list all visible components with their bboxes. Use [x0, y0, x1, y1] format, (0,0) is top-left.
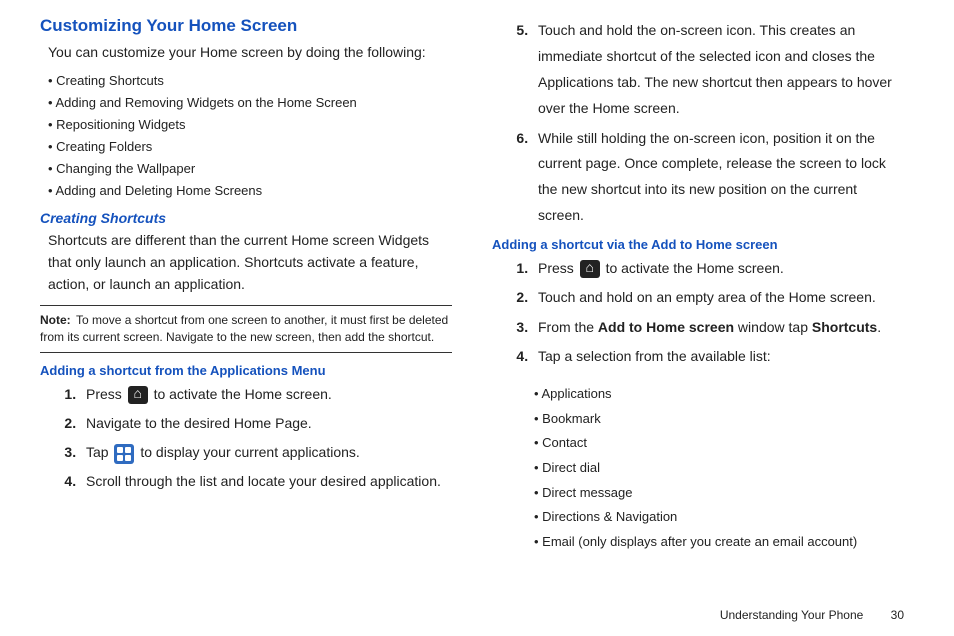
bold-text: Shortcuts: [812, 319, 877, 335]
list-item: Directions & Navigation: [534, 505, 904, 530]
bold-text: Add to Home screen: [598, 319, 734, 335]
step-item: Press to activate the Home screen.: [532, 256, 904, 281]
list-item: Bookmark: [534, 407, 904, 432]
right-column: Touch and hold the on-screen icon. This …: [492, 14, 904, 568]
creating-shortcuts-paragraph: Shortcuts are different than the current…: [48, 230, 452, 295]
step-text-pre: Press: [86, 386, 126, 402]
step-text-post: to activate the Home screen.: [150, 386, 332, 402]
note-label: Note:: [40, 313, 71, 327]
list-item: Repositioning Widgets: [48, 114, 452, 136]
steps-list-from-apps-continued: Touch and hold the on-screen icon. This …: [512, 18, 904, 229]
list-item: Creating Shortcuts: [48, 70, 452, 92]
steps-list-via-home: Press to activate the Home screen. Touch…: [512, 256, 904, 369]
apps-grid-icon: [114, 444, 134, 464]
list-item: Creating Folders: [48, 136, 452, 158]
list-item: Applications: [534, 382, 904, 407]
step-item: Scroll through the list and locate your …: [80, 469, 452, 494]
step-item: Tap to display your current applications…: [80, 440, 452, 465]
left-column: Customizing Your Home Screen You can cus…: [40, 14, 452, 568]
page-footer: Understanding Your Phone 30: [720, 608, 904, 622]
available-shortcuts-list: Applications Bookmark Contact Direct dia…: [534, 382, 904, 555]
list-item: Direct message: [534, 481, 904, 506]
list-item: Adding and Removing Widgets on the Home …: [48, 92, 452, 114]
step-text-pre: Tap: [86, 444, 112, 460]
section-heading-customizing: Customizing Your Home Screen: [40, 16, 452, 36]
step-item: Press to activate the Home screen.: [80, 382, 452, 407]
step-item: Touch and hold on an empty area of the H…: [532, 285, 904, 310]
step-text-pre: From the: [538, 319, 598, 335]
step-item: While still holding the on-screen icon, …: [532, 126, 904, 230]
two-column-layout: Customizing Your Home Screen You can cus…: [40, 14, 904, 568]
step-text-post: to display your current applications.: [136, 444, 359, 460]
customize-bullet-list: Creating Shortcuts Adding and Removing W…: [48, 70, 452, 203]
subsubheading-adding-via-home: Adding a shortcut via the Add to Home sc…: [492, 237, 904, 252]
list-item: Direct dial: [534, 456, 904, 481]
list-item: Changing the Wallpaper: [48, 158, 452, 180]
document-page: Customizing Your Home Screen You can cus…: [0, 0, 954, 636]
home-icon: [128, 386, 148, 404]
subheading-creating-shortcuts: Creating Shortcuts: [40, 210, 452, 226]
step-text-post: .: [877, 319, 881, 335]
step-item: From the Add to Home screen window tap S…: [532, 315, 904, 340]
step-text-pre: Press: [538, 260, 578, 276]
steps-list-from-apps: Press to activate the Home screen. Navig…: [60, 382, 452, 495]
subsubheading-adding-from-apps: Adding a shortcut from the Applications …: [40, 363, 452, 378]
step-item: Tap a selection from the available list:: [532, 344, 904, 369]
list-item: Email (only displays after you create an…: [534, 530, 904, 555]
page-number: 30: [891, 608, 904, 622]
footer-section-label: Understanding Your Phone: [720, 608, 863, 622]
step-item: Navigate to the desired Home Page.: [80, 411, 452, 436]
step-text-mid: window tap: [734, 319, 812, 335]
intro-paragraph: You can customize your Home screen by do…: [48, 42, 452, 64]
note-body: To move a shortcut from one screen to an…: [40, 313, 448, 344]
step-item: Touch and hold the on-screen icon. This …: [532, 18, 904, 122]
home-icon: [580, 260, 600, 278]
list-item: Adding and Deleting Home Screens: [48, 180, 452, 202]
step-text-post: to activate the Home screen.: [602, 260, 784, 276]
note-block: Note: To move a shortcut from one screen…: [40, 305, 452, 353]
list-item: Contact: [534, 431, 904, 456]
